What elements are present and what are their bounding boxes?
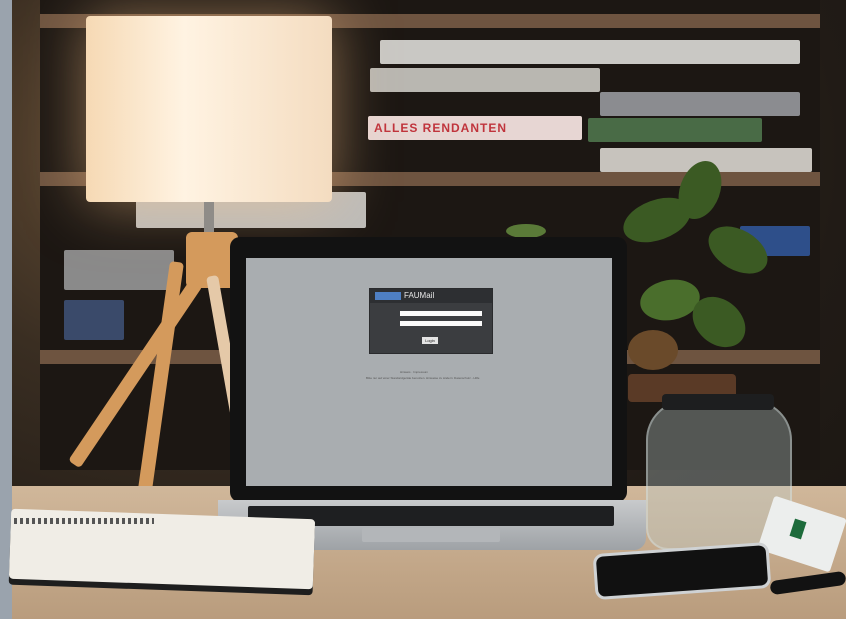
book-row (380, 40, 800, 64)
book-row (600, 92, 800, 116)
login-button[interactable]: Login (422, 337, 438, 344)
brand-title: FAUMail (404, 291, 435, 300)
laptop-trackpad (362, 528, 500, 542)
login-dialog: FAUMail Login (369, 288, 493, 354)
jar-lid (662, 394, 774, 410)
book-row (370, 68, 600, 92)
fau-logo (375, 292, 401, 300)
laptop-screen: FAUMail Login Hinweis · Impressum Bitte … (246, 258, 612, 486)
username-field[interactable] (400, 311, 482, 316)
footer-note: Bitte nur auf einer Standardgeräte benut… (366, 376, 480, 380)
footer-links[interactable]: Hinweis · Impressum (400, 370, 428, 374)
book (64, 300, 124, 340)
lamp-shade (86, 16, 332, 202)
notebook-spiral (14, 518, 154, 524)
book-spine-title: ALLES RENDANTEN (374, 121, 508, 135)
book (588, 118, 762, 142)
password-field[interactable] (400, 321, 482, 326)
login-header: FAUMail (370, 289, 492, 303)
book (64, 250, 174, 290)
photo-scene: ALLES RENDANTEN FAUMail Login Hinweis · … (0, 0, 846, 619)
plant-leaf (506, 224, 546, 238)
plant-stem-cluster (628, 330, 678, 370)
